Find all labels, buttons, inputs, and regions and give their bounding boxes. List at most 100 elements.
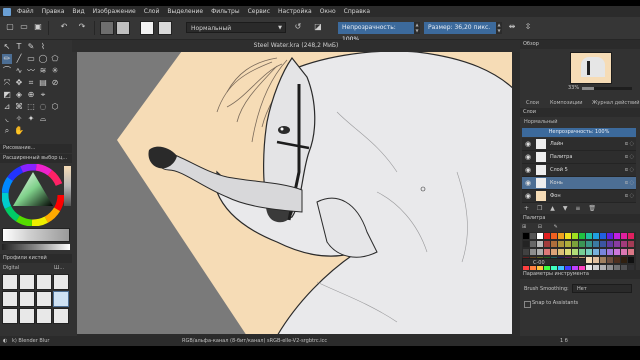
opacity-slider[interactable]: Непрозрачность: 100% (338, 22, 414, 43)
layer-row[interactable]: ◉ Лайн α ◌ (522, 138, 636, 151)
palette-add-icon[interactable]: ⊞ (522, 224, 526, 230)
brush-preset-selector[interactable] (140, 21, 154, 35)
bezier-select-icon[interactable]: ⌓ (38, 114, 48, 124)
layer-lock-icon[interactable]: α ◌ (625, 177, 634, 189)
blend-mode-select[interactable]: Нормальный ▼ (186, 22, 286, 33)
brush-preset-10[interactable] (19, 308, 35, 324)
size-slider[interactable]: Размер: 36,20 пикс. (424, 22, 496, 34)
zoom-tool-icon[interactable]: ⌕ (2, 126, 12, 136)
color-shade-bar[interactable] (2, 244, 70, 250)
freehand-select-icon[interactable]: ◟ (2, 114, 12, 124)
snap-checkbox[interactable] (524, 301, 531, 308)
layer-row[interactable]: ◉ Палитра α ◌ (522, 151, 636, 164)
measure-tool-icon[interactable]: ⊿ (2, 102, 12, 112)
smart-patch-icon[interactable]: ⊕ (26, 90, 36, 100)
text-tool-icon[interactable]: T (14, 42, 24, 52)
brush-preset-11[interactable] (36, 308, 52, 324)
brush-preset-8[interactable] (53, 291, 69, 307)
add-layer-icon[interactable]: + (524, 205, 529, 212)
redo-icon[interactable]: ↷ (76, 21, 88, 33)
reference-images-icon[interactable]: ⌘ (14, 102, 24, 112)
fill-tool-icon[interactable]: ◈ (14, 90, 24, 100)
multibrush-icon[interactable]: ✳ (50, 66, 60, 76)
brush-preset-3[interactable] (36, 274, 52, 290)
preset-tab[interactable]: Ш... (54, 265, 64, 271)
opacity-spinner[interactable]: ▲ ▼ (414, 22, 420, 34)
copy-layer-icon[interactable]: ❐ (537, 205, 542, 212)
brush-editor-icon[interactable] (158, 21, 172, 35)
select-shapes-icon[interactable]: ↖ (2, 42, 12, 52)
open-document-icon[interactable]: ▭ (18, 21, 30, 33)
colorize-mask-icon[interactable]: ◩ (2, 90, 12, 100)
color-history-bar[interactable] (2, 228, 70, 242)
freehand-brush-icon[interactable]: ✏ (2, 54, 12, 64)
mirror-vertical-icon[interactable]: ⇳ (522, 21, 534, 33)
document-title[interactable]: Steel Water.kra (248,2 МиБ) (72, 40, 520, 52)
freehand-path-icon[interactable]: 〰 (26, 66, 36, 76)
line-tool-icon[interactable]: ╱ (14, 54, 24, 64)
menu-file[interactable]: Файл (13, 8, 38, 15)
menu-tools[interactable]: Сервис (244, 8, 274, 15)
ellipse-tool-icon[interactable]: ◯ (38, 54, 48, 64)
layer-lock-icon[interactable]: α ◌ (625, 151, 634, 163)
brush-preset-7[interactable] (36, 291, 52, 307)
menu-select[interactable]: Выделение (163, 8, 207, 15)
alpha-lock-icon[interactable]: ◪ (312, 21, 324, 33)
menu-image[interactable]: Изображение (89, 8, 140, 15)
similar-color-select-icon[interactable]: ✦ (26, 114, 36, 124)
layer-blend-mode[interactable]: Нормальный (524, 119, 557, 125)
brush-preset-4[interactable] (53, 274, 69, 290)
gradient-tool-icon[interactable]: ▤ (38, 78, 48, 88)
delete-layer-icon[interactable]: 🗑 (588, 205, 596, 212)
palette-edit-icon[interactable]: ✎ (554, 224, 558, 230)
brush-preset-5[interactable] (2, 291, 18, 307)
pan-tool-icon[interactable]: ✋ (14, 126, 24, 136)
pattern-selector[interactable] (116, 21, 130, 35)
layer-row[interactable]: ◉ Слой 5 α ◌ (522, 164, 636, 177)
color-swatch-strip[interactable] (64, 166, 71, 206)
save-icon[interactable]: ▣ (32, 21, 44, 33)
layer-row-selected[interactable]: ◉ Конь α ◌ (522, 177, 636, 190)
mirror-horizontal-icon[interactable]: ⇹ (506, 21, 518, 33)
brush-preset-6[interactable] (19, 291, 35, 307)
menu-help[interactable]: Справка (340, 8, 374, 15)
crop-tool-icon[interactable]: ⌗ (26, 78, 36, 88)
layer-lock-icon[interactable]: α ◌ (625, 190, 634, 202)
layer-lock-icon[interactable]: α ◌ (625, 138, 634, 150)
color-selector[interactable] (1, 163, 65, 227)
polyline-tool-icon[interactable]: ⌒ (2, 66, 12, 76)
tab-compositions[interactable]: Композиции (550, 100, 583, 106)
menu-filters[interactable]: Фильтры (207, 8, 243, 15)
layer-opacity-slider[interactable]: Непрозрачность: 100% (522, 128, 636, 137)
layer-properties-icon[interactable]: ≡ (575, 205, 580, 212)
assistant-tool-icon[interactable]: ⌖ (38, 90, 48, 100)
visibility-eye-icon[interactable]: ◉ (525, 151, 531, 163)
menu-view[interactable]: Вид (68, 8, 88, 15)
rectangle-tool-icon[interactable]: ▭ (26, 54, 36, 64)
color-picker-icon[interactable]: ⊘ (50, 78, 60, 88)
tab-layers[interactable]: Слои (526, 100, 539, 106)
calligraphy-icon[interactable]: ⌇ (38, 42, 48, 52)
ellipse-select-icon[interactable]: ◌ (38, 102, 48, 112)
edit-shapes-icon[interactable]: ✎ (26, 42, 36, 52)
size-spinner[interactable]: ▲ ▼ (496, 22, 502, 34)
menu-edit[interactable]: Правка (38, 8, 69, 15)
brush-preset-9[interactable] (2, 308, 18, 324)
brush-preset-1[interactable] (2, 274, 18, 290)
move-tool-icon[interactable]: ✥ (14, 78, 24, 88)
new-document-icon[interactable]: ▢ (4, 21, 16, 33)
overview-thumbnail[interactable] (570, 52, 612, 84)
preset-tag-select[interactable]: Digital (3, 265, 19, 271)
palette-remove-icon[interactable]: ⊟ (538, 224, 542, 230)
tab-undo-history[interactable]: Журнал действий (592, 100, 640, 106)
brush-smoothing-select[interactable]: Нет (572, 284, 632, 293)
contiguous-select-icon[interactable]: ✧ (14, 114, 24, 124)
menu-window[interactable]: Окно (316, 8, 340, 15)
dynamic-brush-icon[interactable]: ≋ (38, 66, 48, 76)
palette-name-field[interactable]: С-00 (522, 258, 586, 266)
rect-select-icon[interactable]: ⬚ (26, 102, 36, 112)
zoom-slider[interactable] (582, 87, 632, 90)
layer-lock-icon[interactable]: α ◌ (625, 164, 634, 176)
menu-layer[interactable]: Слой (140, 8, 164, 15)
layer-row[interactable]: ◉ Фон α ◌ (522, 190, 636, 203)
